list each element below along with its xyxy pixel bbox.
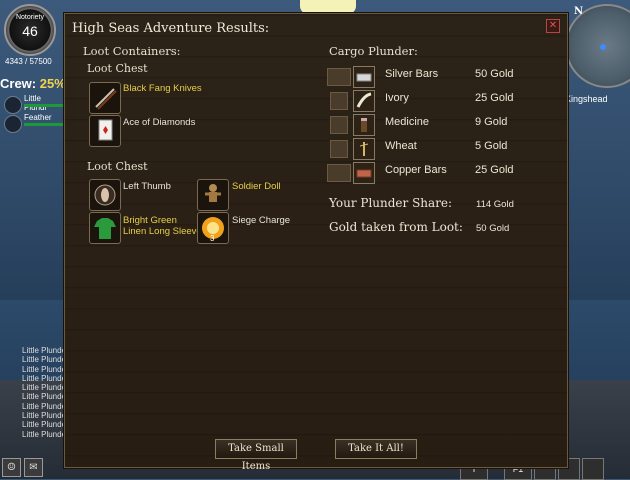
chat-line: Little Plunde (22, 383, 67, 393)
chat-line: Little Plunde (22, 373, 67, 383)
cargo-row: Silver Bars 50 Gold (327, 65, 557, 88)
cargo-row: Ivory 25 Gold (327, 89, 557, 112)
crew-health-bar (24, 104, 64, 107)
notoriety-label: Notoriety (15, 14, 44, 21)
minimap-north: N (574, 6, 584, 17)
crew-avatar (4, 115, 22, 133)
loot-item-name: Left Thumb (123, 181, 171, 192)
crew-member[interactable]: Little Plundi (4, 94, 64, 114)
cargo-name: Ivory (385, 92, 409, 104)
chat-line: Little Plunde (22, 420, 67, 430)
loot-chest-label: Loot Chest (87, 62, 148, 75)
cargo-name: Silver Bars (385, 68, 439, 80)
playing-card-icon[interactable] (89, 115, 121, 147)
chat-line: Little Plunde (22, 364, 67, 374)
cargo-row: Wheat 5 Gold (327, 137, 557, 160)
loot-item-name: Bright Green Linen Long Sleeve (123, 215, 202, 237)
chat-line: Little Plunde (22, 429, 67, 439)
emote-button[interactable]: ☺ (2, 458, 21, 477)
cargo-name: Copper Bars (385, 164, 447, 176)
sun (300, 0, 356, 14)
chat-line: Little Plunde (22, 392, 67, 402)
thumb-icon[interactable] (89, 179, 121, 211)
crew-member[interactable]: Feather (4, 113, 64, 133)
loot-item-name: Ace of Diamonds (123, 117, 196, 128)
cargo-row: Copper Bars 25 Gold (327, 161, 557, 184)
ivory-icon (353, 90, 375, 112)
player-marker-icon (600, 44, 606, 50)
plunder-share-value: 114 Gold (476, 199, 514, 210)
notoriety-level: 46 (22, 23, 38, 39)
chat-button[interactable]: ✉ (24, 458, 43, 477)
cargo-value: 9 Gold (475, 116, 508, 128)
medicine-icon (353, 114, 375, 136)
silver-bars-icon (353, 66, 375, 88)
crew-member-name: Feather (24, 113, 52, 122)
cargo-name: Wheat (385, 140, 417, 152)
loot-chest-label: Loot Chest (87, 160, 148, 173)
cargo-value: 5 Gold (475, 140, 508, 152)
loot-item-name: Siege Charge (232, 215, 291, 226)
gold-loot-label: Gold taken from Loot: (329, 220, 463, 234)
close-button[interactable]: ✕ (546, 19, 560, 33)
wheat-icon (353, 138, 375, 160)
cargo-name: Medicine (385, 116, 430, 128)
item-count: 3 (210, 234, 215, 243)
crew-header: Crew: 25% (0, 76, 66, 91)
adventure-results-panel: High Seas Adventure Results: ✕ Loot Cont… (64, 13, 568, 472)
shirt-icon[interactable] (89, 212, 121, 244)
take-it-all-button[interactable]: Take It All! (335, 439, 417, 459)
chat-line: Little Plunde (22, 355, 67, 365)
crew-label: Crew: (0, 76, 37, 91)
loot-item-name: Black Fang Knives (123, 83, 202, 94)
notoriety-badge: Notoriety 46 (4, 4, 56, 56)
knives-icon[interactable] (89, 82, 121, 114)
cargo-value: 50 Gold (475, 68, 514, 80)
notoriety-xp: 4343 / 57500 (5, 57, 52, 66)
cargo-crate-icon (327, 68, 351, 86)
chat-line: Little Plunde (22, 401, 67, 411)
loot-containers-label: Loot Containers: (83, 44, 181, 58)
siege-charge-icon[interactable]: 3 (197, 212, 229, 244)
close-icon: ✕ (548, 20, 558, 31)
gold-loot-value: 50 Gold (476, 223, 510, 234)
location-name: Kingshead (565, 94, 608, 104)
crew-health-bar (24, 123, 64, 126)
voodoo-doll-icon[interactable] (197, 179, 229, 211)
cargo-plunder-label: Cargo Plunder: (329, 44, 418, 58)
copper-bars-icon (353, 162, 375, 184)
crew-percent: 25% (39, 76, 66, 91)
cargo-crate-icon (330, 140, 348, 158)
cargo-crate-icon (327, 164, 351, 182)
crew-avatar (4, 96, 22, 114)
panel-title: High Seas Adventure Results: (72, 21, 270, 36)
crew-member-name: Little Plundi (24, 94, 47, 112)
chat-log[interactable]: Little Plunde Little Plunde Little Plund… (22, 346, 66, 439)
cargo-row: Medicine 9 Gold (327, 113, 557, 136)
loot-item-name: Soldier Doll (232, 181, 281, 192)
cargo-value: 25 Gold (475, 164, 514, 176)
chat-line: Little Plunde (22, 411, 67, 421)
cargo-value: 25 Gold (475, 92, 514, 104)
cargo-crate-icon (330, 116, 348, 134)
chat-line: Little Plunde (22, 346, 67, 355)
cargo-crate-icon (330, 92, 348, 110)
take-small-items-button[interactable]: Take Small Items (215, 439, 297, 472)
plunder-share-label: Your Plunder Share: (329, 196, 453, 210)
hotbar-slot[interactable] (582, 458, 604, 480)
